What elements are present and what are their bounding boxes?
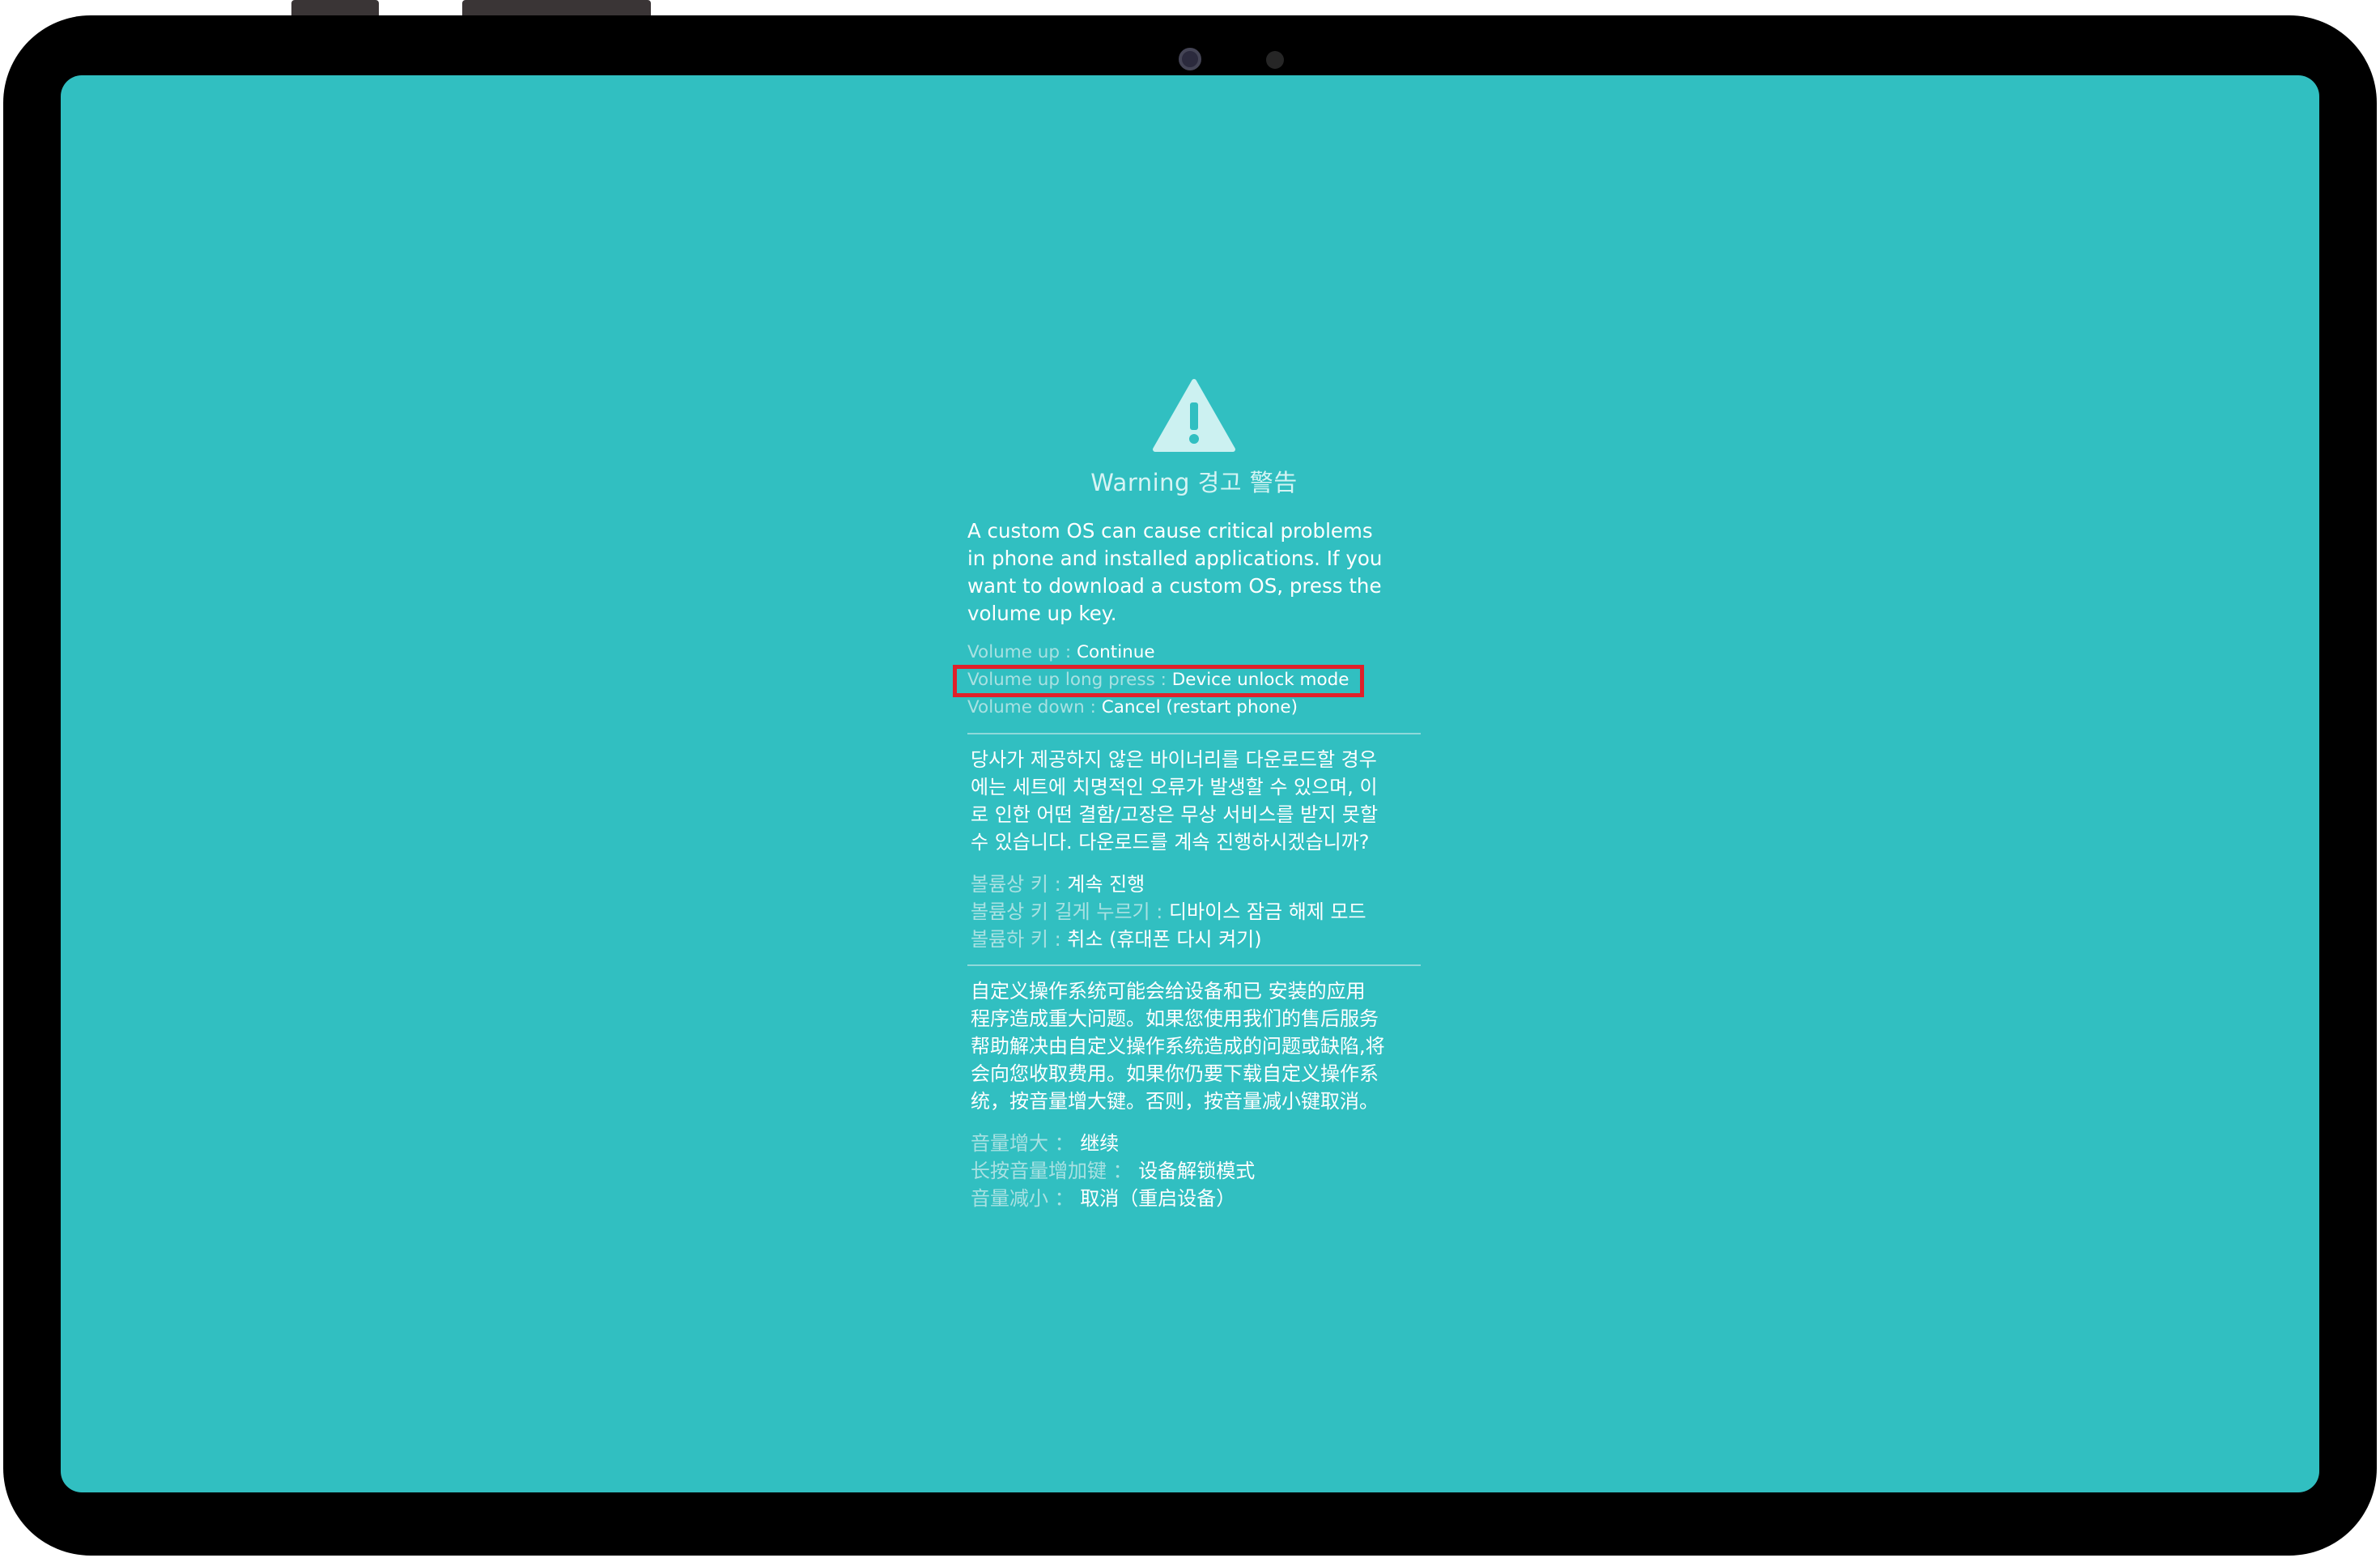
light-sensor-icon [1266, 51, 1284, 69]
chinese-key-list: 音量增大 ： 继续 长按音量增加键 ： 设备解锁模式 音量减小 ： 取消（重启设… [967, 1130, 1421, 1212]
key-row-volume-up: Volume up : Continue [967, 639, 1421, 666]
key-label: 볼륨상 키 길게 누르기 : [971, 900, 1169, 923]
warning-triangle-icon [1153, 379, 1235, 452]
key-label: 音量增大 ： [971, 1132, 1081, 1155]
key-label: 볼륨하 키 : [971, 928, 1068, 951]
english-warning-text: A custom OS can cause critical problems … [967, 519, 1383, 625]
section-divider [967, 733, 1421, 734]
english-key-list: Volume up : Continue Volume up long pres… [953, 639, 1421, 722]
key-action: Continue [1076, 642, 1155, 662]
section-divider [967, 964, 1421, 966]
key-row-volume-down: 音量减小 ： 取消（重启设备） [971, 1185, 1421, 1212]
key-row-volume-down: 볼륨하 키 : 취소 (휴대폰 다시 켜기) [971, 926, 1421, 953]
key-action: 디바이스 잠금 해제 모드 [1168, 900, 1366, 923]
warning-title: Warning 경고 警告 [1090, 469, 1298, 496]
key-row-volume-up-long-press: 볼륨상 키 길게 누르기 : 디바이스 잠금 해제 모드 [971, 898, 1421, 926]
key-action: 设备解锁模式 [1138, 1160, 1256, 1182]
key-action: 取消（重启设备） [1080, 1187, 1236, 1210]
key-label: 长按音量增加键 ： [971, 1160, 1139, 1182]
tablet-frame: Warning 경고 警告 A custom OS can cause crit… [3, 15, 2377, 1556]
key-action: 계속 진행 [1067, 873, 1145, 896]
key-row-volume-up: 볼륨상 키 : 계속 진행 [971, 871, 1421, 898]
key-label: 볼륨상 키 : [971, 873, 1068, 896]
chinese-warning-text: 自定义操作系统可能会给设备和已 安装的应用 程序造成重大问题。如果您使用我们的售… [971, 980, 1385, 1113]
key-action: 继续 [1080, 1132, 1120, 1155]
download-mode-screen: Warning 경고 警告 A custom OS can cause crit… [61, 75, 2319, 1492]
highlight-box [953, 665, 1364, 697]
key-row-volume-up: 音量增大 ： 继续 [971, 1130, 1421, 1157]
korean-key-list: 볼륨상 키 : 계속 진행 볼륨상 키 길게 누르기 : 디바이스 잠금 해제 … [967, 871, 1421, 953]
key-label: Volume up : [967, 642, 1077, 662]
key-row-volume-up-long-press: 长按音量增加键 ： 设备解锁模式 [971, 1157, 1421, 1185]
korean-warning-text: 당사가 제공하지 않은 바이너리를 다운로드할 경우 에는 세트에 치명적인 오… [971, 748, 1379, 853]
key-label: 音量减小 ： [971, 1187, 1081, 1210]
front-camera-icon [1179, 48, 1201, 70]
warning-content: Warning 경고 警告 A custom OS can cause crit… [953, 378, 1421, 1212]
key-row-volume-down: Volume down : Cancel (restart phone) [967, 694, 1421, 722]
key-action: 취소 (휴대폰 다시 켜기) [1067, 928, 1262, 951]
key-label: Volume down : [967, 697, 1102, 717]
key-action: Cancel (restart phone) [1101, 697, 1298, 717]
key-row-volume-up-long-press: Volume up long press : Device unlock mod… [953, 665, 1421, 697]
